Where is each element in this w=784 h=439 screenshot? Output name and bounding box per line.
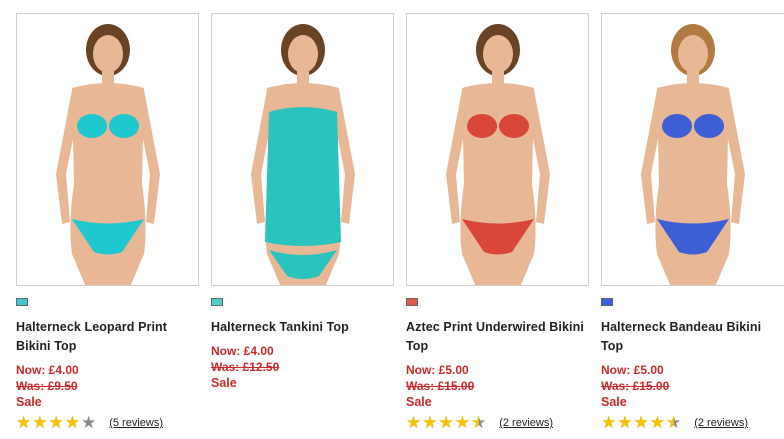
product-card: Halterneck Tankini Top Now: £4.00 Was: £… — [211, 13, 397, 391]
star-rating: ★★★★★ ★★★★★ — [406, 413, 488, 432]
product-image[interactable] — [16, 13, 199, 286]
price-now: Now: £5.00 — [601, 363, 664, 377]
sale-label: Sale — [211, 376, 237, 390]
color-swatch[interactable] — [211, 298, 223, 306]
star-rating: ★★★★★ ★★★★★ — [16, 413, 98, 432]
price-was: Was: £9.50 — [16, 379, 78, 393]
product-title[interactable]: Halterneck Tankini Top — [211, 318, 389, 337]
product-image[interactable] — [211, 13, 394, 286]
rating: ★★★★★ ★★★★★ (2 reviews) — [406, 413, 592, 432]
reviews-link[interactable]: (2 reviews) — [694, 417, 748, 429]
product-card: Halterneck Leopard Print Bikini Top Now:… — [16, 13, 202, 431]
product-card: Aztec Print Underwired Bikini Top Now: £… — [406, 13, 592, 431]
product-image[interactable] — [601, 13, 784, 286]
product-card: Halterneck Bandeau Bikini Top Now: £5.00… — [601, 13, 784, 431]
price-now: Now: £4.00 — [16, 363, 79, 377]
sale-label: Sale — [406, 395, 432, 409]
price-now: Now: £4.00 — [211, 344, 274, 358]
product-title[interactable]: Aztec Print Underwired Bikini Top — [406, 318, 584, 356]
product-title[interactable]: Halterneck Leopard Print Bikini Top — [16, 318, 194, 356]
price-was: Was: £12.50 — [211, 360, 280, 374]
model-4-image[interactable] — [602, 14, 784, 286]
price-was: Was: £15.00 — [601, 379, 670, 393]
model-3-image[interactable] — [407, 14, 589, 286]
product-image[interactable] — [406, 13, 589, 286]
rating: ★★★★★ ★★★★★ (2 reviews) — [601, 413, 784, 432]
price-now: Now: £5.00 — [406, 363, 469, 377]
reviews-link[interactable]: (2 reviews) — [499, 417, 553, 429]
price-was: Was: £15.00 — [406, 379, 475, 393]
color-swatch[interactable] — [406, 298, 418, 306]
sale-label: Sale — [601, 395, 627, 409]
model-1-image[interactable] — [17, 14, 199, 286]
star-rating: ★★★★★ ★★★★★ — [601, 413, 683, 432]
product-title[interactable]: Halterneck Bandeau Bikini Top — [601, 318, 779, 356]
rating: ★★★★★ ★★★★★ (5 reviews) — [16, 413, 202, 432]
reviews-link[interactable]: (5 reviews) — [109, 417, 163, 429]
sale-label: Sale — [16, 395, 42, 409]
color-swatch[interactable] — [601, 298, 613, 306]
color-swatch[interactable] — [16, 298, 28, 306]
model-2-image[interactable] — [212, 14, 394, 286]
